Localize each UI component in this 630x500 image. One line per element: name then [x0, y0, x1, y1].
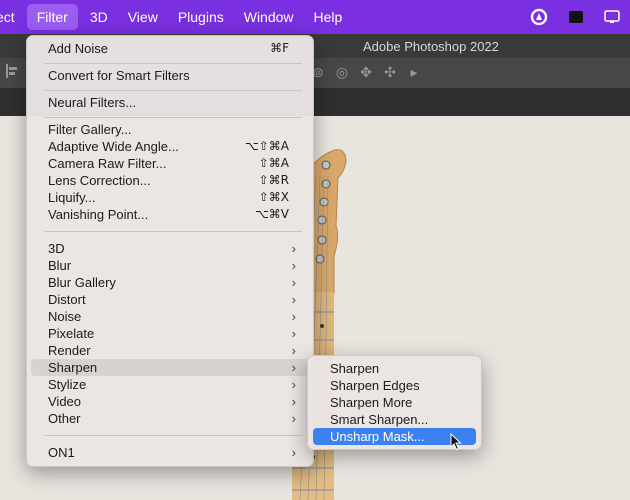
submenu-item-smart-sharpen[interactable]: Smart Sharpen...: [313, 411, 476, 428]
chevron-right-icon: ›: [291, 241, 296, 256]
chevron-right-icon: ›: [291, 258, 296, 273]
menu-item-camera-raw-filter[interactable]: Camera Raw Filter... ⇧⌘A: [31, 155, 309, 172]
menu-item-video[interactable]: Video ›: [31, 393, 309, 410]
shortcut-label: ⌘F: [270, 41, 289, 55]
menu-window[interactable]: Window: [234, 0, 304, 34]
shortcut-label: ⌥⇧⌘A: [244, 139, 289, 153]
shortcut-label: ⇧⌘X: [258, 190, 289, 204]
menu-item-render[interactable]: Render ›: [31, 342, 309, 359]
mouse-cursor-icon: [450, 433, 462, 451]
menu-select[interactable]: ect: [0, 0, 25, 34]
menu-separator: [44, 435, 302, 436]
menu-separator: [44, 117, 302, 118]
menu-item-noise[interactable]: Noise ›: [31, 308, 309, 325]
slide-3d-icon[interactable]: ✣: [382, 64, 398, 80]
menu-item-liquify[interactable]: Liquify... ⇧⌘X: [31, 189, 309, 206]
menu-item-neural-filters[interactable]: Neural Filters...: [31, 94, 309, 111]
macos-menu-bar: ect Filter 3D View Plugins Window Help: [0, 0, 630, 34]
menu-item-sharpen[interactable]: Sharpen ›: [31, 359, 309, 376]
shortcut-label: ⇧⌘A: [258, 156, 289, 170]
menu-item-stylize[interactable]: Stylize ›: [31, 376, 309, 393]
creative-cloud-icon[interactable]: [530, 8, 548, 26]
menu-3d[interactable]: 3D: [80, 0, 118, 34]
chevron-right-icon: ›: [291, 309, 296, 324]
menu-item-convert-smart-filters[interactable]: Convert for Smart Filters: [31, 67, 309, 84]
menu-separator: [44, 231, 302, 232]
video-camera-icon[interactable]: ▸: [406, 64, 422, 80]
chevron-right-icon: ›: [291, 411, 296, 426]
menu-item-adaptive-wide-angle[interactable]: Adaptive Wide Angle... ⌥⇧⌘A: [31, 138, 309, 155]
menu-item-vanishing-point[interactable]: Vanishing Point... ⌥⌘V: [31, 206, 309, 223]
menu-item-on1[interactable]: ON1 ›: [31, 444, 309, 461]
chevron-right-icon: ›: [291, 377, 296, 392]
menu-item-pixelate[interactable]: Pixelate ›: [31, 325, 309, 342]
roll-3d-icon[interactable]: ◎: [334, 64, 350, 80]
align-left-icon[interactable]: [6, 64, 18, 78]
menu-item-lens-correction[interactable]: Lens Correction... ⇧⌘R: [31, 172, 309, 189]
screen-record-icon[interactable]: [568, 10, 584, 24]
submenu-item-sharpen-more[interactable]: Sharpen More: [313, 394, 476, 411]
menu-separator: [44, 63, 302, 64]
menu-item-distort[interactable]: Distort ›: [31, 291, 309, 308]
shortcut-label: ⇧⌘R: [258, 173, 289, 187]
chevron-right-icon: ›: [291, 326, 296, 341]
filter-menu: Add Noise ⌘F Convert for Smart Filters N…: [26, 35, 314, 467]
submenu-item-sharpen-edges[interactable]: Sharpen Edges: [313, 377, 476, 394]
shortcut-label: ⌥⌘V: [254, 207, 289, 221]
chevron-right-icon: ›: [291, 445, 296, 460]
menu-help[interactable]: Help: [304, 0, 353, 34]
app-title: Adobe Photoshop 2022: [363, 39, 499, 54]
menu-item-other[interactable]: Other ›: [31, 410, 309, 427]
menu-plugins[interactable]: Plugins: [168, 0, 234, 34]
chevron-right-icon: ›: [291, 343, 296, 358]
menu-item-3d[interactable]: 3D ›: [31, 240, 309, 257]
menu-item-filter-gallery[interactable]: Filter Gallery...: [31, 121, 309, 138]
menu-item-add-noise[interactable]: Add Noise ⌘F: [31, 40, 309, 57]
display-icon[interactable]: [604, 10, 620, 24]
menu-separator: [44, 90, 302, 91]
chevron-right-icon: ›: [291, 394, 296, 409]
chevron-right-icon: ›: [291, 292, 296, 307]
menu-item-blur[interactable]: Blur ›: [31, 257, 309, 274]
chevron-right-icon: ›: [291, 360, 296, 375]
menu-filter[interactable]: Filter: [26, 4, 78, 30]
chevron-right-icon: ›: [291, 275, 296, 290]
pan-3d-icon[interactable]: ✥: [358, 64, 374, 80]
submenu-item-sharpen[interactable]: Sharpen: [313, 360, 476, 377]
menu-view[interactable]: View: [118, 0, 168, 34]
menu-item-blur-gallery[interactable]: Blur Gallery ›: [31, 274, 309, 291]
